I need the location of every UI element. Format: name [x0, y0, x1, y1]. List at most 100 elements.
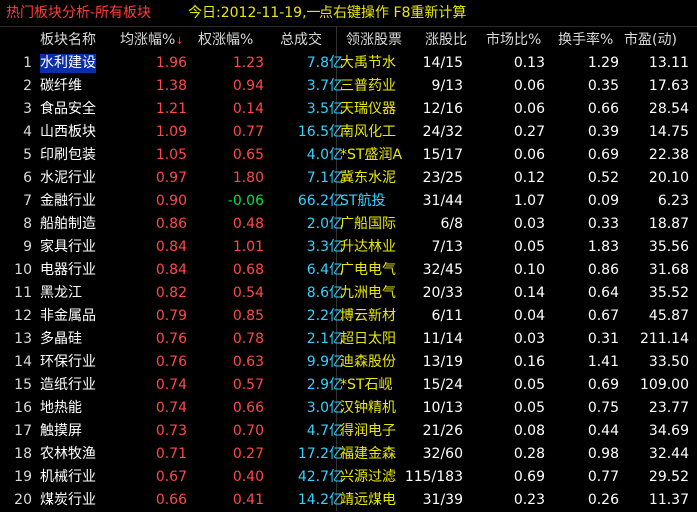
avg-change: 0.86	[155, 216, 187, 232]
sector-name[interactable]: 碳纤维	[40, 77, 82, 96]
table-row[interactable]: 2 碳纤维 1.38 0.94 3.7 亿三普药业 9/13 0.06 0.35 17.63	[0, 75, 697, 98]
row-index: 1	[23, 55, 32, 71]
pe-ratio: 6.23	[657, 193, 689, 209]
sector-name[interactable]: 造纸行业	[40, 376, 96, 395]
leading-stock[interactable]: *ST石岘	[340, 376, 392, 395]
up-ratio: 11/14	[422, 331, 463, 347]
leading-stock[interactable]: 冀东水泥	[340, 169, 396, 188]
leading-stock[interactable]: 超日太阳	[340, 330, 396, 349]
sector-name[interactable]: 触摸屏	[40, 422, 82, 441]
leading-stock[interactable]: 九洲电气	[340, 284, 396, 303]
turnover-rate: 0.52	[587, 170, 619, 186]
pe-ratio: 11.37	[648, 492, 689, 508]
weighted-change: 0.70	[232, 423, 264, 439]
leading-stock[interactable]: 靖远煤电	[340, 491, 396, 510]
table-row[interactable]: 16 地热能 0.74 0.66 3.0 亿汉钟精机 10/13 0.05 0.75 23.77	[0, 397, 697, 420]
sector-name[interactable]: 水泥行业	[40, 169, 96, 188]
leading-stock[interactable]: 得润电子	[340, 422, 396, 441]
row-index: 9	[23, 239, 32, 255]
title-bar: 热门板块分析-所有板块 今日:2012-11-19,一 点右键操作 F8重新计算	[0, 0, 697, 27]
table-row[interactable]: 19 机械行业 0.67 0.40 42.7 亿兴源过滤 115/183 0.69 0.77 29…	[0, 466, 697, 489]
weighted-change: 0.57	[232, 377, 264, 393]
table-row[interactable]: 15 造纸行业 0.74 0.57 2.9 亿 *ST石岘 15/24 0.05 0.69 109.…	[0, 374, 697, 397]
total-volume: 7.8	[306, 55, 329, 71]
leading-stock[interactable]: 兴源过滤	[340, 468, 396, 487]
sector-name[interactable]: 金融行业	[40, 192, 96, 211]
market-ratio: 0.13	[513, 55, 545, 71]
sector-name[interactable]: 非金属品	[40, 307, 96, 326]
col-header-avg-change[interactable]: 均涨幅%↓	[120, 31, 184, 51]
table-row[interactable]: 8 船舶制造 0.86 0.48 2.0 亿广船国际 6/8 0.03 0.33 18.87	[0, 213, 697, 236]
table-row[interactable]: 1 水利建设 1.96 1.23 7.8 亿大禹节水 14/15 0.13 1.29 13.11	[0, 52, 697, 75]
sector-name[interactable]: 电器行业	[40, 261, 96, 280]
row-index: 17	[14, 423, 32, 439]
col-header-pe[interactable]: 市盈(动)	[624, 31, 677, 49]
sector-name[interactable]: 山西板块	[40, 123, 96, 142]
col-header-name[interactable]: 板块名称	[40, 31, 96, 49]
up-ratio: 14/15	[422, 55, 463, 71]
table-row[interactable]: 10 电器行业 0.84 0.68 6.4 亿广电电气 32/45 0.10 0.86 31.68	[0, 259, 697, 282]
up-ratio: 13/19	[422, 354, 463, 370]
table-row[interactable]: 3 食品安全 1.21 0.14 3.5 亿天瑞仪器 12/16 0.06 0.66 28.54	[0, 98, 697, 121]
sector-name[interactable]: 环保行业	[40, 353, 96, 372]
leading-stock[interactable]: *ST盛润A	[340, 146, 402, 165]
table-row[interactable]: 7 金融行业 0.90 -0.06 66.2 亿 ST航投 31/44 1.07 0.09 6.23	[0, 190, 697, 213]
row-index: 15	[14, 377, 32, 393]
market-ratio: 0.27	[513, 124, 545, 140]
up-ratio: 10/13	[422, 400, 463, 416]
sector-name[interactable]: 煤炭行业	[40, 491, 96, 510]
table-row[interactable]: 20 煤炭行业 0.66 0.41 14.2 亿靖远煤电 31/39 0.23 0.26 11.3…	[0, 489, 697, 512]
leading-stock[interactable]: 广船国际	[340, 215, 396, 234]
leading-stock[interactable]: 升达林业	[340, 238, 396, 257]
sector-name[interactable]: 船舶制造	[40, 215, 96, 234]
market-ratio: 0.05	[513, 239, 545, 255]
weighted-change: 1.23	[232, 55, 264, 71]
leading-stock[interactable]: 迪森股份	[340, 353, 396, 372]
avg-change: 0.66	[155, 492, 187, 508]
sector-name[interactable]: 黑龙江	[40, 284, 82, 303]
row-index: 5	[23, 147, 32, 163]
sector-name[interactable]: 食品安全	[40, 100, 96, 119]
market-ratio: 0.06	[513, 147, 545, 163]
col-header-weighted-change[interactable]: 权涨幅%	[198, 31, 253, 49]
avg-change: 0.71	[155, 446, 187, 462]
col-header-up-ratio[interactable]: 涨股比	[425, 31, 467, 49]
table-row[interactable]: 11 黑龙江 0.82 0.54 8.6 亿九洲电气 20/33 0.14 0.64 35.52	[0, 282, 697, 305]
turnover-rate: 0.69	[587, 147, 619, 163]
table-row[interactable]: 4 山西板块 1.09 0.77 16.5 亿南风化工 24/32 0.27 0.39 14.75	[0, 121, 697, 144]
turnover-rate: 0.86	[587, 262, 619, 278]
leading-stock[interactable]: 汉钟精机	[340, 399, 396, 418]
leading-stock[interactable]: 大禹节水	[340, 54, 396, 73]
market-ratio: 0.05	[513, 377, 545, 393]
col-header-leading-stock[interactable]: 领涨股票	[346, 31, 402, 49]
table-row[interactable]: 13 多晶硅 0.76 0.78 2.1 亿超日太阳 11/14 0.03 0.31 211.14	[0, 328, 697, 351]
table-row[interactable]: 18 农林牧渔 0.71 0.27 17.2 亿福建金森 32/60 0.28 0.98 32.4…	[0, 443, 697, 466]
leading-stock[interactable]: 天瑞仪器	[340, 100, 396, 119]
leading-stock[interactable]: 福建金森	[340, 445, 396, 464]
leading-stock[interactable]: 博云新材	[340, 307, 396, 326]
sector-name[interactable]: 农林牧渔	[40, 445, 96, 464]
col-header-market-ratio[interactable]: 市场比%	[486, 31, 541, 49]
sector-name[interactable]: 地热能	[40, 399, 82, 418]
total-volume: 8.6	[306, 285, 329, 301]
leading-stock[interactable]: 三普药业	[340, 77, 396, 96]
sector-name[interactable]: 家具行业	[40, 238, 96, 257]
pe-ratio: 14.75	[648, 124, 689, 140]
table-row[interactable]: 14 环保行业 0.76 0.63 9.9 亿迪森股份 13/19 0.16 1.41 33.50	[0, 351, 697, 374]
sector-name[interactable]: 机械行业	[40, 468, 96, 487]
table-row[interactable]: 9 家具行业 0.84 1.01 3.3 亿升达林业 7/13 0.05 1.83 35.56	[0, 236, 697, 259]
up-ratio: 20/33	[422, 285, 463, 301]
col-header-volume[interactable]: 总成交	[280, 31, 322, 49]
up-ratio: 32/45	[422, 262, 463, 278]
sector-name[interactable]: 多晶硅	[40, 330, 82, 349]
sector-name[interactable]: 印刷包装	[40, 146, 96, 165]
leading-stock[interactable]: 广电电气	[340, 261, 396, 280]
leading-stock[interactable]: 南风化工	[340, 123, 396, 142]
table-row[interactable]: 5 印刷包装 1.05 0.65 4.0 亿 *ST盛润A 15/17 0.06 0.69 22.3…	[0, 144, 697, 167]
col-header-turnover[interactable]: 换手率%	[558, 31, 613, 49]
table-row[interactable]: 17 触摸屏 0.73 0.70 4.7 亿得润电子 21/26 0.08 0.44 34.69	[0, 420, 697, 443]
table-row[interactable]: 6 水泥行业 0.97 1.80 7.1 亿冀东水泥 23/25 0.12 0.52 20.10	[0, 167, 697, 190]
sector-name[interactable]: 水利建设	[40, 54, 96, 73]
table-row[interactable]: 12 非金属品 0.79 0.85 2.2 亿博云新材 6/11 0.04 0.67 45.87	[0, 305, 697, 328]
leading-stock[interactable]: ST航投	[340, 192, 385, 211]
